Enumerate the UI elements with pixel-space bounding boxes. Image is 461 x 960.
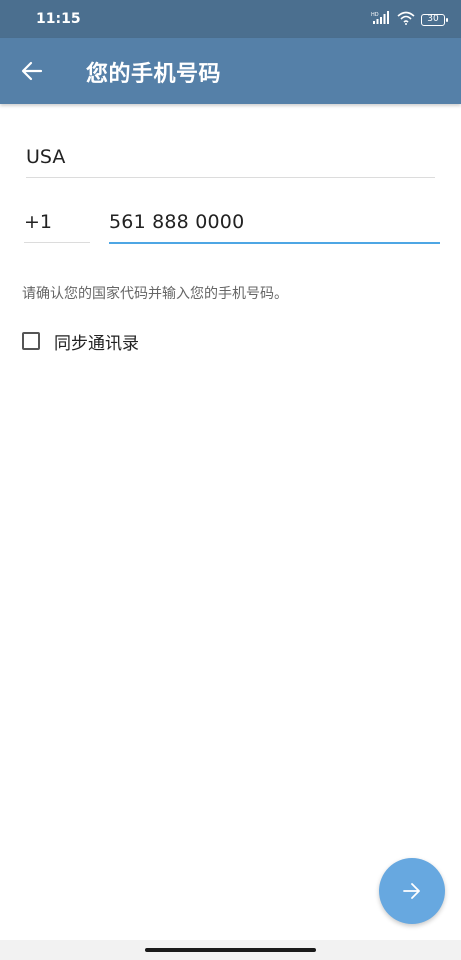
arrow-left-icon bbox=[21, 61, 43, 81]
navigation-bar bbox=[0, 940, 461, 960]
back-button[interactable] bbox=[14, 53, 50, 89]
country-code-value: +1 bbox=[24, 211, 53, 233]
hint-text: 请确认您的国家代码并输入您的手机号码。 bbox=[22, 286, 288, 302]
wifi-icon bbox=[397, 10, 415, 29]
country-code-input[interactable]: +1 bbox=[24, 200, 90, 243]
country-selector[interactable]: USA bbox=[26, 134, 435, 178]
sync-contacts-row[interactable]: 同步通讯录 bbox=[22, 330, 139, 354]
app-bar: 您的手机号码 bbox=[0, 38, 461, 104]
page-title: 您的手机号码 bbox=[86, 62, 222, 87]
next-button[interactable] bbox=[379, 858, 445, 924]
phone-number-value: 561 888 0000 bbox=[109, 211, 245, 233]
hd-signal-icon: HD bbox=[371, 10, 391, 29]
sync-contacts-label: 同步通讯录 bbox=[54, 333, 139, 354]
country-name: USA bbox=[26, 146, 66, 168]
arrow-right-icon bbox=[403, 883, 420, 899]
status-time: 11:15 bbox=[36, 11, 81, 27]
status-icons: HD 30 bbox=[371, 10, 448, 29]
battery-icon: 30 bbox=[421, 13, 448, 26]
status-bar: 11:15 HD 30 bbox=[0, 0, 461, 38]
home-gesture-handle[interactable] bbox=[145, 948, 316, 952]
svg-text:HD: HD bbox=[371, 12, 379, 18]
phone-number-input[interactable]: 561 888 0000 bbox=[109, 200, 440, 244]
sync-contacts-checkbox[interactable] bbox=[22, 332, 40, 350]
